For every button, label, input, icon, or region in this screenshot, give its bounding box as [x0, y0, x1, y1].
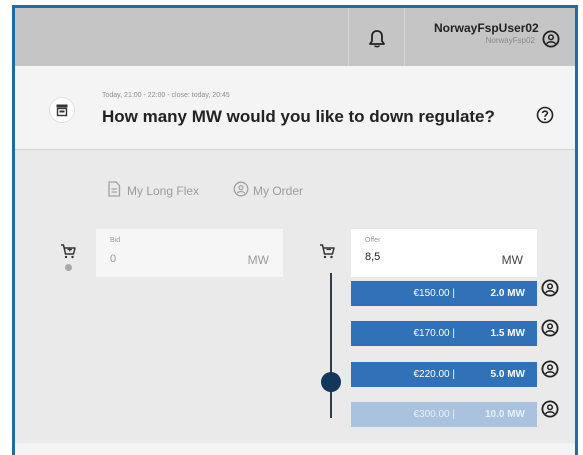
offer-input[interactable]: Offer 8,5 MW [351, 229, 537, 277]
bell-icon[interactable] [366, 28, 388, 50]
offer-mw: 2.0 MW [490, 288, 525, 299]
offer-slider-handle[interactable] [321, 372, 341, 392]
bid-unit: MW [247, 253, 269, 267]
shop-icon [56, 104, 68, 117]
divider [404, 8, 405, 66]
bid-input[interactable]: Bid 0 MW [96, 229, 283, 277]
cart-icon [61, 244, 76, 259]
user-circle-icon[interactable] [541, 360, 559, 378]
offer-mw: 1.5 MW [490, 328, 525, 339]
page-title: How many MW would you like to down regul… [102, 107, 495, 126]
user-circle-icon[interactable] [541, 279, 559, 297]
offer-label: Offer [365, 237, 381, 244]
delivery-time-info: Today, 21:00 - 22:00 - close: today, 20:… [102, 92, 230, 99]
user-organization: NorwayFsp02 [485, 36, 535, 45]
user-circle-icon[interactable] [542, 30, 560, 48]
help-icon[interactable] [536, 106, 554, 124]
footer-strip [15, 443, 575, 455]
user-name[interactable]: NorwayFspUser02 [434, 21, 539, 35]
offer-row[interactable]: €150.00 | 2.0 MW [351, 281, 537, 306]
offer-row[interactable]: €220.00 | 5.0 MW [351, 362, 537, 387]
offer-price: €150.00 | [413, 288, 455, 299]
document-icon [108, 181, 121, 197]
user-circle-icon [233, 181, 249, 197]
offer-mw: 10.0 MW [484, 409, 525, 420]
divider [348, 8, 349, 66]
offer-row[interactable]: €300.00 | 10.0 MW [351, 402, 537, 427]
title-section: Today, 21:00 - 22:00 - close: today, 20:… [15, 66, 575, 150]
bid-value: 0 [110, 253, 117, 265]
app-frame: NorwayFspUser02 NorwayFsp02 Today, 21:00… [12, 5, 578, 455]
offer-price: €300.00 | [413, 409, 455, 420]
offer-slider-track[interactable] [330, 273, 332, 418]
offer-row[interactable]: €170.00 | 1.5 MW [351, 321, 537, 346]
bid-indicator-dot [65, 264, 72, 271]
offer-value: 8,5 [365, 251, 381, 263]
user-circle-icon[interactable] [541, 400, 559, 418]
offer-price: €220.00 | [413, 369, 455, 380]
cart-icon [320, 244, 335, 259]
bid-label: Bid [110, 237, 121, 244]
tab-label: My Long Flex [127, 184, 200, 198]
user-circle-icon[interactable] [541, 319, 559, 337]
tab-label: My Order [253, 184, 304, 198]
offer-mw: 5.0 MW [490, 369, 525, 380]
shop-badge [49, 97, 75, 123]
offer-price: €170.00 | [413, 328, 455, 339]
offer-unit: MW [501, 253, 523, 267]
top-bar: NorwayFspUser02 NorwayFsp02 [15, 8, 575, 66]
